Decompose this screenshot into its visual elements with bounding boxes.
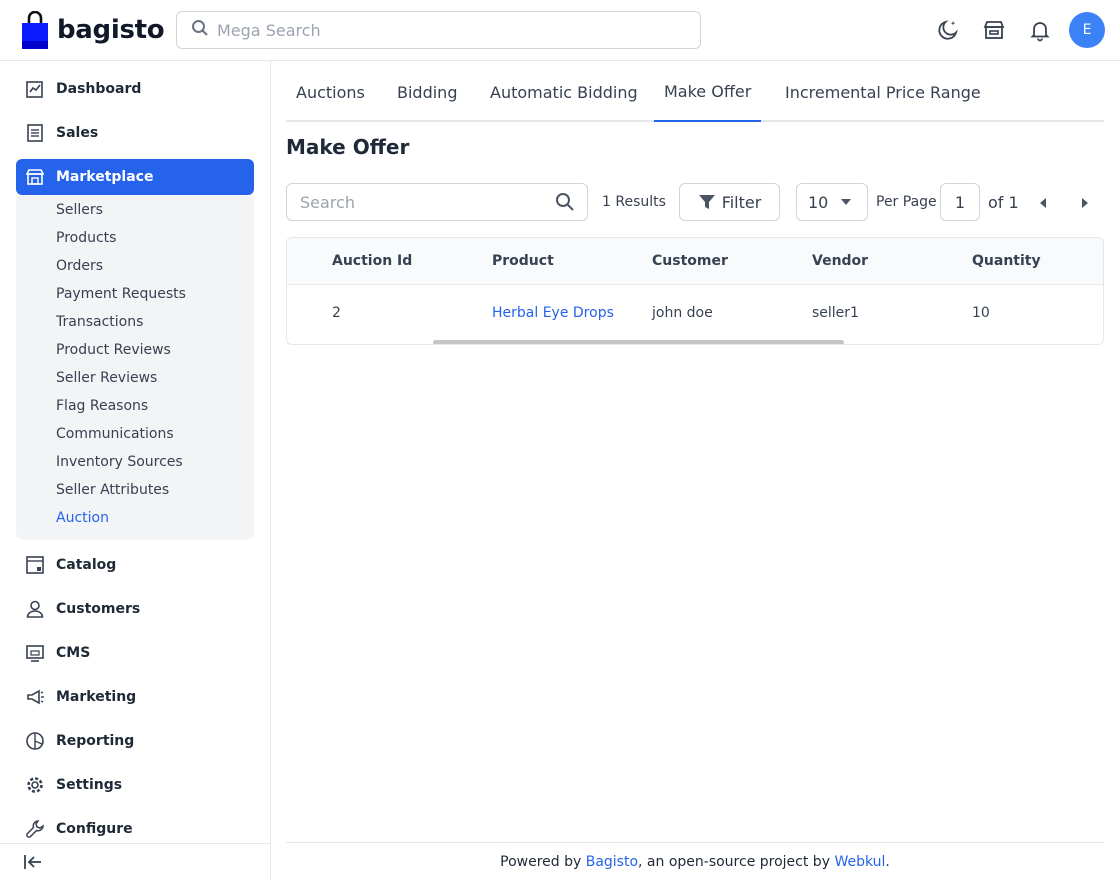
mega-search-input[interactable]: Mega Search xyxy=(176,11,701,49)
column-vendor[interactable]: Vendor xyxy=(812,253,868,269)
filter-icon xyxy=(698,193,716,211)
submenu-seller-attributes[interactable]: Seller Attributes xyxy=(56,482,169,498)
catalog-icon xyxy=(24,554,46,576)
footer-middle: , an open-source project by xyxy=(638,853,835,870)
collapse-left-icon xyxy=(23,853,43,875)
search-icon[interactable] xyxy=(555,192,575,212)
mega-search-placeholder: Mega Search xyxy=(217,20,321,40)
datagrid-search-input[interactable]: Search xyxy=(286,183,588,221)
sales-icon xyxy=(24,122,46,144)
submenu-flag-reasons[interactable]: Flag Reasons xyxy=(56,398,148,414)
sidebar-item-dashboard[interactable]: Dashboard xyxy=(16,71,254,107)
tab-bidding[interactable]: Bidding xyxy=(387,62,467,122)
submenu-product-reviews[interactable]: Product Reviews xyxy=(56,342,171,358)
sidebar-item-cms[interactable]: CMS xyxy=(16,635,254,671)
sidebar-item-customers[interactable]: Customers xyxy=(16,591,254,627)
sidebar: Dashboard Sales Marketplace Sellers Prod… xyxy=(0,61,271,880)
submenu-products[interactable]: Products xyxy=(56,230,116,246)
sidebar-item-label: Marketing xyxy=(56,689,137,705)
cell-product-link[interactable]: Herbal Eye Drops xyxy=(492,305,614,321)
sidebar-item-label: Settings xyxy=(56,777,123,793)
results-count: 1 Results xyxy=(602,194,666,210)
per-page-value: 10 xyxy=(808,192,829,212)
table-header: Auction Id Product Customer Vendor Quant… xyxy=(287,238,1103,285)
tab-bar: Auctions Bidding Automatic Bidding Make … xyxy=(286,62,1104,122)
cell-customer: john doe xyxy=(652,305,713,321)
submenu-payment-requests[interactable]: Payment Requests xyxy=(56,286,186,302)
column-auction-id[interactable]: Auction Id xyxy=(332,253,412,269)
sidebar-item-marketing[interactable]: Marketing xyxy=(16,679,254,715)
column-quantity[interactable]: Quantity xyxy=(972,253,1041,269)
sidebar-item-settings[interactable]: Settings xyxy=(16,767,254,803)
sidebar-item-label: Sales xyxy=(56,125,99,141)
dark-mode-icon[interactable] xyxy=(936,18,960,42)
table-row: 2 Herbal Eye Drops john doe seller1 10 xyxy=(287,285,1103,343)
column-product[interactable]: Product xyxy=(492,253,554,269)
submenu-sellers[interactable]: Sellers xyxy=(56,202,103,218)
sidebar-item-label: Catalog xyxy=(56,557,117,573)
customers-icon xyxy=(24,598,46,620)
sidebar-item-label: Dashboard xyxy=(56,81,142,97)
tab-auctions[interactable]: Auctions xyxy=(286,62,375,122)
brand-name: bagisto xyxy=(57,15,165,45)
top-header: bagisto Mega Search E xyxy=(0,0,1120,61)
page-number-input[interactable]: 1 xyxy=(940,183,980,221)
submenu-orders[interactable]: Orders xyxy=(56,258,103,274)
column-customer[interactable]: Customer xyxy=(652,253,728,269)
sidebar-item-sales[interactable]: Sales xyxy=(16,115,254,151)
per-page-label: Per Page xyxy=(876,194,937,210)
prev-page-icon[interactable] xyxy=(1034,194,1052,212)
footer-suffix: . xyxy=(885,853,890,870)
sidebar-item-marketplace[interactable]: Marketplace xyxy=(16,159,254,195)
sidebar-item-catalog[interactable]: Catalog xyxy=(16,547,254,583)
next-page-icon[interactable] xyxy=(1076,194,1094,212)
gear-icon xyxy=(24,774,46,796)
marketplace-submenu: Sellers Products Orders Payment Requests… xyxy=(16,196,254,540)
sidebar-item-label: Reporting xyxy=(56,733,135,749)
footer-webkul-link[interactable]: Webkul xyxy=(834,854,885,870)
sidebar-item-label: Marketplace xyxy=(56,169,154,185)
submenu-auction[interactable]: Auction xyxy=(56,510,109,526)
horizontal-scrollbar[interactable] xyxy=(433,340,844,344)
cell-quantity: 10 xyxy=(972,305,990,321)
footer-bagisto-link[interactable]: Bagisto xyxy=(586,854,638,870)
tab-incremental-price-range[interactable]: Incremental Price Range xyxy=(775,62,991,122)
footer-prefix: Powered by xyxy=(500,853,586,870)
footer: Powered by Bagisto , an open-source proj… xyxy=(286,842,1104,880)
sidebar-item-configure[interactable]: Configure xyxy=(16,811,254,847)
page-title: Make Offer xyxy=(286,135,410,159)
cms-icon xyxy=(24,642,46,664)
datagrid-table: Auction Id Product Customer Vendor Quant… xyxy=(286,237,1104,345)
shopping-bag-icon xyxy=(21,10,49,49)
cell-auction-id: 2 xyxy=(332,305,341,321)
filter-label: Filter xyxy=(721,192,762,212)
page-total-label: of 1 xyxy=(988,193,1019,212)
collapse-sidebar-button[interactable] xyxy=(0,843,270,880)
dashboard-icon xyxy=(24,78,46,100)
caret-down-icon xyxy=(841,199,851,205)
submenu-communications[interactable]: Communications xyxy=(56,426,174,442)
per-page-select[interactable]: 10 xyxy=(796,183,868,221)
search-placeholder: Search xyxy=(300,192,355,212)
submenu-seller-reviews[interactable]: Seller Reviews xyxy=(56,370,157,386)
megaphone-icon xyxy=(24,686,46,708)
sidebar-item-label: CMS xyxy=(56,645,91,661)
sidebar-item-label: Customers xyxy=(56,601,141,617)
sidebar-item-label: Configure xyxy=(56,821,133,837)
wrench-icon xyxy=(24,818,46,840)
submenu-transactions[interactable]: Transactions xyxy=(56,314,143,330)
storefront-icon[interactable] xyxy=(982,18,1006,42)
bell-icon[interactable] xyxy=(1028,18,1052,42)
sidebar-item-reporting[interactable]: Reporting xyxy=(16,723,254,759)
store-icon xyxy=(24,166,46,188)
submenu-inventory-sources[interactable]: Inventory Sources xyxy=(56,454,183,470)
bagisto-logo[interactable]: bagisto xyxy=(21,10,165,50)
tab-automatic-bidding[interactable]: Automatic Bidding xyxy=(480,62,648,122)
user-avatar[interactable]: E xyxy=(1069,12,1105,48)
pie-chart-icon xyxy=(24,730,46,752)
filter-button[interactable]: Filter xyxy=(679,183,780,221)
cell-vendor: seller1 xyxy=(812,305,859,321)
tab-make-offer[interactable]: Make Offer xyxy=(654,62,762,122)
search-icon xyxy=(191,19,209,41)
